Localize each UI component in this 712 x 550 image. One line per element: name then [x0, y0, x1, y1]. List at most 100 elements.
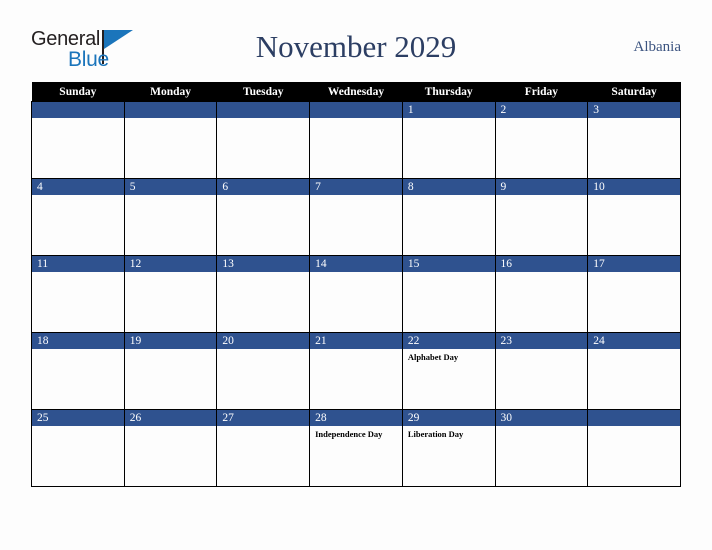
calendar-day-cell[interactable] — [587, 409, 681, 487]
calendar-day-cell[interactable] — [123, 101, 218, 179]
day-events — [588, 349, 680, 352]
calendar-day-cell[interactable]: 27 — [216, 409, 311, 487]
day-number: 26 — [124, 410, 217, 426]
day-events — [217, 272, 309, 275]
calendar-day-cell[interactable]: 2 — [494, 101, 589, 179]
day-number: 6 — [217, 179, 310, 195]
day-number: 16 — [495, 256, 588, 272]
calendar-day-cell[interactable]: 13 — [216, 255, 311, 333]
day-number: 30 — [495, 410, 588, 426]
country-label: Albania — [633, 39, 681, 55]
calendar-day-cell[interactable]: 1 — [401, 101, 496, 179]
weekday-header-tuesday: Tuesday — [216, 82, 310, 102]
calendar-day-cell[interactable]: 6 — [216, 178, 311, 256]
calendar-day-cell[interactable]: 19 — [123, 332, 218, 410]
day-number — [310, 102, 402, 118]
day-number: 1 — [402, 102, 495, 118]
calendar-week-row: 25 26 27 28 Independence Day 29 Liberation Day… — [31, 409, 681, 487]
day-events — [125, 349, 217, 352]
day-number: 7 — [310, 179, 402, 195]
day-events — [403, 195, 495, 198]
calendar-day-cell[interactable]: 4 — [31, 178, 125, 256]
day-number: 3 — [588, 102, 680, 118]
day-number: 11 — [32, 256, 124, 272]
day-number: 22 — [402, 333, 495, 349]
calendar-day-cell[interactable]: 12 — [123, 255, 218, 333]
day-number: 9 — [495, 179, 588, 195]
day-events — [496, 272, 588, 275]
calendar-day-cell[interactable]: 8 — [401, 178, 496, 256]
calendar-day-cell[interactable]: 16 — [494, 255, 589, 333]
calendar-day-cell[interactable]: 20 — [216, 332, 311, 410]
day-number: 19 — [124, 333, 217, 349]
day-number: 21 — [310, 333, 402, 349]
calendar-day-cell[interactable]: 11 — [31, 255, 125, 333]
calendar-day-cell[interactable]: 28 Independence Day — [309, 409, 403, 487]
page-title: November 2029 — [255, 29, 457, 64]
calendar-day-cell[interactable]: 24 — [587, 332, 681, 410]
calendar-day-cell[interactable]: 7 — [309, 178, 403, 256]
day-number: 15 — [402, 256, 495, 272]
calendar-day-cell[interactable]: 26 — [123, 409, 218, 487]
weekday-header-friday: Friday — [495, 82, 588, 102]
day-number: 18 — [32, 333, 124, 349]
day-number: 13 — [217, 256, 310, 272]
day-number: 29 — [402, 410, 495, 426]
day-number — [124, 102, 217, 118]
calendar-day-cell[interactable]: 22 Alphabet Day — [401, 332, 496, 410]
day-number: 25 — [32, 410, 124, 426]
calendar-day-cell[interactable]: 30 — [494, 409, 589, 487]
weekday-header-wednesday: Wednesday — [309, 82, 403, 102]
holiday-label: Alphabet Day — [407, 352, 459, 362]
day-events — [32, 426, 124, 429]
calendar-body: 1 2 3 4 5 6 7 8 9 10 11 12 13 14 15 16 17 18 19 20 21 22 Alpha… — [31, 101, 681, 487]
day-events — [125, 272, 217, 275]
calendar-week-row: 4 5 6 7 8 9 10 — [31, 178, 681, 256]
calendar-week-row: 11 12 13 14 15 16 17 — [31, 255, 681, 333]
day-number: 17 — [588, 256, 680, 272]
day-number: 28 — [310, 410, 402, 426]
calendar-day-cell[interactable]: 18 — [31, 332, 125, 410]
calendar-day-cell[interactable]: 17 — [587, 255, 681, 333]
day-events — [588, 272, 680, 275]
calendar-day-cell[interactable]: 10 — [587, 178, 681, 256]
calendar-day-cell[interactable]: 15 — [401, 255, 496, 333]
calendar-day-cell[interactable]: 3 — [587, 101, 681, 179]
day-events — [588, 195, 680, 198]
day-events — [496, 195, 588, 198]
day-events — [32, 118, 124, 121]
holiday-label: Liberation Day — [407, 429, 464, 439]
weekday-header-sunday: Sunday — [31, 82, 125, 102]
calendar-day-cell[interactable]: 14 — [309, 255, 403, 333]
day-events — [588, 426, 680, 429]
day-number: 23 — [495, 333, 588, 349]
weekday-header-thursday: Thursday — [402, 82, 496, 102]
calendar-day-cell[interactable] — [309, 101, 403, 179]
day-events — [217, 118, 309, 121]
day-events — [403, 118, 495, 121]
page-header: General Blue November 2029 Albania — [31, 26, 681, 74]
day-events — [217, 195, 309, 198]
holiday-label: Independence Day — [315, 429, 383, 439]
day-number — [32, 102, 124, 118]
calendar-week-row: 18 19 20 21 22 Alphabet Day 23 24 — [31, 332, 681, 410]
day-number: 12 — [124, 256, 217, 272]
day-number: 20 — [217, 333, 310, 349]
calendar-header-row: Sunday Monday Tuesday Wednesday Thursday… — [31, 82, 681, 102]
day-number: 10 — [588, 179, 680, 195]
day-events — [32, 272, 124, 275]
calendar-day-cell[interactable]: 23 — [494, 332, 589, 410]
day-events — [403, 272, 495, 275]
calendar-day-cell[interactable] — [31, 101, 125, 179]
calendar-day-cell[interactable]: 21 — [309, 332, 403, 410]
calendar-day-cell[interactable]: 5 — [123, 178, 218, 256]
day-events — [496, 118, 588, 121]
day-number: 2 — [495, 102, 588, 118]
calendar-day-cell[interactable]: 25 — [31, 409, 125, 487]
day-events — [32, 195, 124, 198]
calendar-day-cell[interactable]: 29 Liberation Day — [401, 409, 496, 487]
calendar-day-cell[interactable] — [216, 101, 311, 179]
calendar-day-cell[interactable]: 9 — [494, 178, 589, 256]
day-number — [217, 102, 310, 118]
day-number: 5 — [124, 179, 217, 195]
